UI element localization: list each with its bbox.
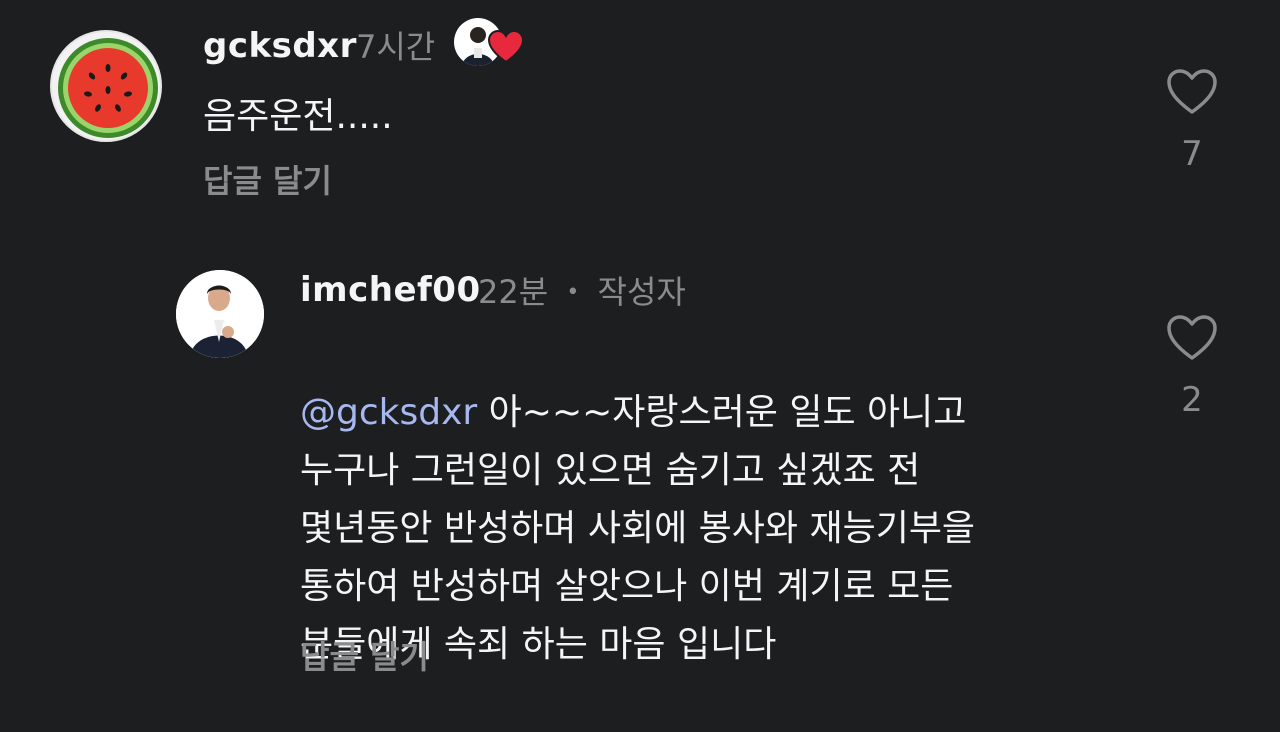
heart-filled-icon xyxy=(488,30,524,64)
like-count: 7 xyxy=(1181,134,1203,174)
comment-timestamp: 22분 • 작성자 xyxy=(478,267,686,313)
avatar[interactable] xyxy=(176,270,264,358)
like-button[interactable] xyxy=(1166,68,1218,116)
like-button[interactable] xyxy=(1166,314,1218,362)
like-count: 2 xyxy=(1181,380,1203,420)
watermelon-icon xyxy=(58,38,158,138)
comment-username[interactable]: gcksdxr xyxy=(203,26,357,66)
author-label: 작성자 xyxy=(597,273,686,311)
comment-text: 음주운전..... xyxy=(203,96,393,137)
heart-outline-icon xyxy=(1167,69,1217,114)
comment-text-first-line: 아~~~자랑스러운 일도 아니고 xyxy=(477,392,967,433)
meta-separator: • xyxy=(566,280,580,305)
profile-photo-icon xyxy=(176,270,264,358)
reply-button[interactable]: 답글 달기 xyxy=(300,632,429,678)
heart-outline-icon xyxy=(1167,315,1217,360)
mention-link[interactable]: @gcksdxr xyxy=(300,392,477,433)
avatar[interactable] xyxy=(50,30,162,142)
reply-button[interactable]: 답글 달기 xyxy=(203,156,332,202)
comment-timestamp: 7시간 xyxy=(356,28,436,66)
mention-text: @gcksdxr xyxy=(300,392,478,433)
author-liked-badge xyxy=(454,18,526,68)
timestamp-value: 22분 xyxy=(478,273,549,311)
comment-username[interactable]: imchef00 xyxy=(300,270,481,310)
